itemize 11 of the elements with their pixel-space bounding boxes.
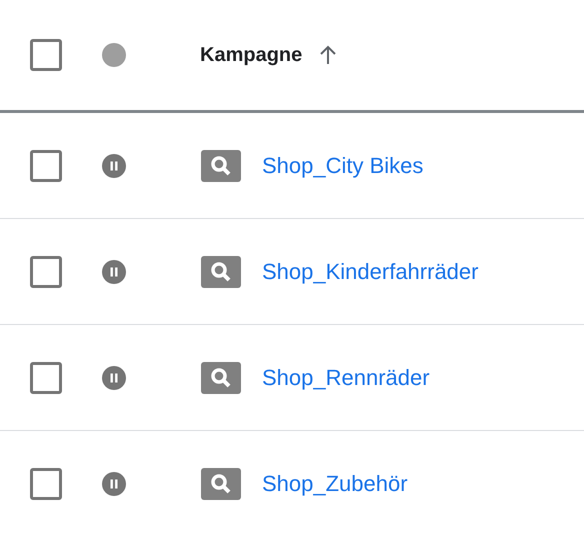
row-checkbox[interactable] [30,468,62,500]
row-checkbox[interactable] [30,150,62,182]
campaign-link[interactable]: Shop_City Bikes [262,152,424,178]
row-checkbox[interactable] [30,362,62,394]
column-header[interactable]: Kampagne [200,44,302,66]
row-checkbox[interactable] [30,256,62,288]
campaign-link[interactable]: Shop_Zubehör [262,470,408,496]
campaign-link[interactable]: Shop_Kinderfahrräder [262,258,478,284]
select-all-checkbox[interactable] [30,39,62,71]
status-dot-icon [102,43,126,67]
campaign-link[interactable]: Shop_Rennräder [262,364,430,390]
